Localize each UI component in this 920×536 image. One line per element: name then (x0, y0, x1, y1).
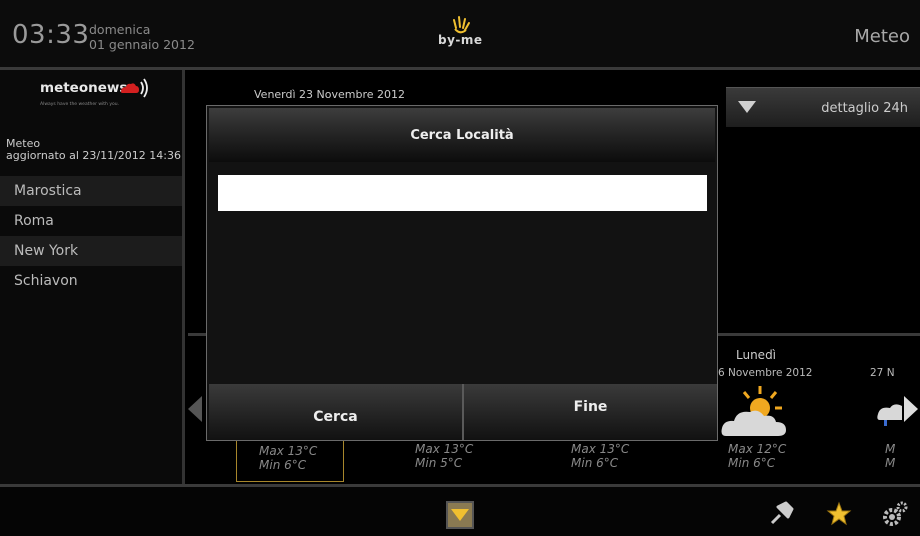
day-date: 6 Novembre 2012 (718, 367, 813, 379)
partly-cloudy-icon (721, 386, 786, 436)
weekday: domenica (89, 22, 151, 37)
min-temp: Min 6°C (259, 458, 307, 472)
update-text: aggiornato al 23/11/2012 14:36 (6, 149, 181, 162)
max-temp: M (885, 442, 896, 456)
forecast-day[interactable]: Max 12°C Min 6°C (728, 442, 836, 470)
location-list: Marostica Roma New York Schiavon (0, 176, 182, 296)
chevron-down-icon (738, 101, 756, 113)
sidebar: meteonews Always have the weather with y… (0, 70, 185, 484)
min-temp: Min 6°C (571, 456, 619, 470)
forecast-day-selected[interactable]: Max 13°C Min 6°C (236, 440, 344, 482)
logo-tagline: Always have the weather with you. (40, 102, 120, 107)
location-item[interactable]: Roma (0, 206, 182, 236)
cloud-signal-icon (121, 78, 148, 98)
pin-icon[interactable] (768, 499, 796, 527)
max-temp: Max 13°C (415, 442, 474, 456)
top-bar: 03:33 domenica 01 gennaio 2012 by-me Met… (0, 0, 920, 70)
gear-icon[interactable] (880, 499, 910, 529)
min-temp: Min 5°C (415, 456, 463, 470)
location-item[interactable]: New York (0, 236, 182, 266)
forecast-day[interactable]: Max 13°C Min 6°C (571, 442, 679, 470)
detail-24h-label: dettaglio 24h (821, 101, 908, 116)
full-date: 01 gennaio 2012 (89, 37, 195, 52)
max-temp: Max 12°C (728, 442, 787, 456)
day-name: Lunedì (736, 348, 777, 362)
scroll-right-icon[interactable] (904, 396, 918, 422)
forecast-day[interactable]: Max 13°C Min 5°C (415, 442, 523, 470)
brand-name: by-me (438, 33, 483, 47)
current-date: Venerdì 23 Novembre 2012 (254, 88, 406, 101)
scroll-left-icon[interactable] (188, 396, 202, 422)
location-item[interactable]: Schiavon (0, 266, 182, 296)
home-button[interactable] (446, 501, 474, 529)
forecast-day[interactable]: M M (885, 442, 915, 470)
app-title: Meteo (854, 26, 910, 47)
date-display: domenica 01 gennaio 2012 (89, 22, 195, 52)
min-temp: M (885, 456, 896, 470)
star-icon[interactable] (826, 501, 852, 527)
done-button[interactable]: Fine (464, 384, 717, 440)
cloudy-icon (877, 404, 902, 426)
detail-24h-button[interactable]: dettaglio 24h (726, 87, 920, 127)
max-temp: Max 13°C (571, 442, 630, 456)
min-temp: Min 6°C (728, 456, 776, 470)
bottom-bar (0, 484, 920, 536)
location-search-input[interactable] (218, 175, 707, 211)
search-location-dialog: Cerca Località Cerca Fine (206, 105, 718, 441)
max-temp: Max 13°C (259, 444, 318, 458)
day-date: 27 N (870, 367, 895, 379)
clock: 03:33 (12, 20, 90, 50)
meteonews-logo: meteonews (40, 80, 128, 96)
location-item[interactable]: Marostica (0, 176, 182, 206)
home-chevron-icon (451, 509, 469, 521)
dialog-title: Cerca Località (410, 128, 514, 143)
dialog-header: Cerca Località (209, 108, 715, 162)
search-button[interactable]: Cerca (209, 384, 462, 440)
